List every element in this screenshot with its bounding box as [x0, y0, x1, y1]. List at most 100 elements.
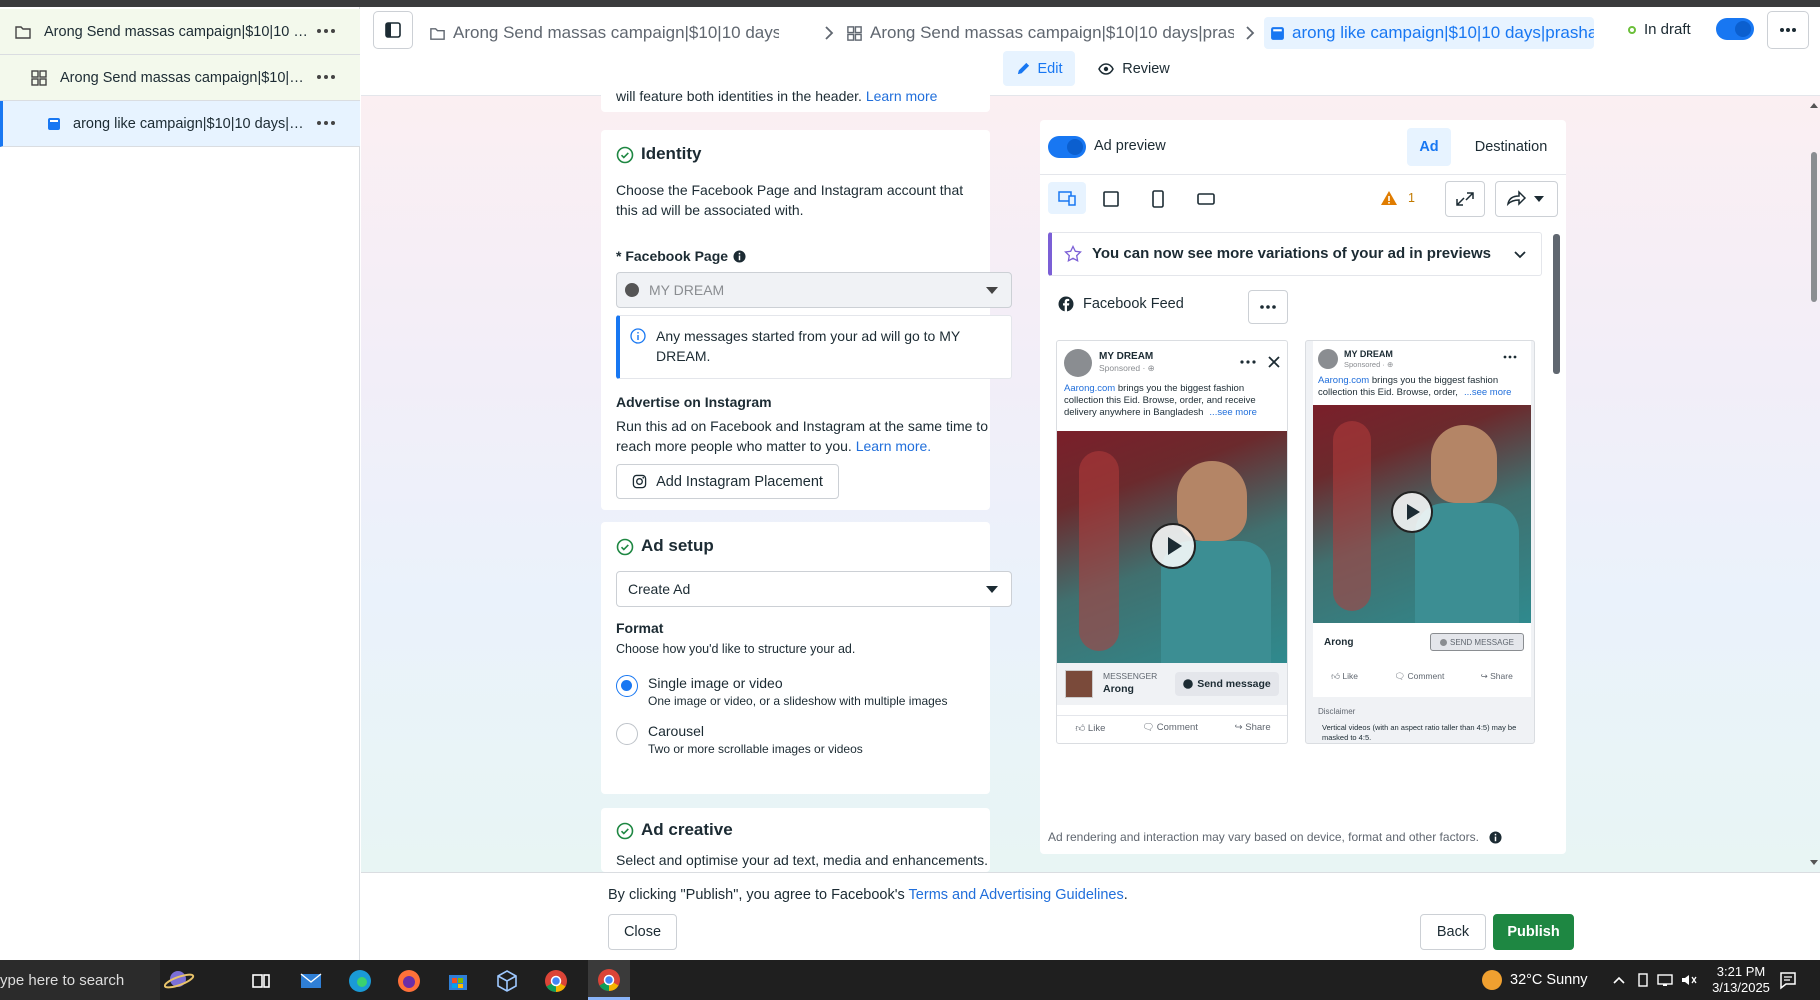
single-image-radio[interactable] — [616, 675, 638, 697]
ad-creative-title: Ad creative — [641, 820, 733, 839]
edit-tab[interactable]: Edit — [1003, 51, 1075, 86]
main-scrollbar[interactable] — [1808, 96, 1820, 872]
ad-setup-select[interactable]: Create Ad — [616, 571, 1012, 607]
carousel-radio[interactable] — [616, 723, 638, 745]
more-icon[interactable] — [314, 112, 338, 134]
clock[interactable]: 3:21 PM 3/13/2025 — [1706, 964, 1776, 996]
breadcrumb-adset[interactable]: Arong Send massas campaign|$10|10 days|p… — [846, 17, 1234, 49]
caret-down-icon — [986, 586, 998, 593]
mail-icon[interactable] — [298, 968, 324, 994]
status-badge: In draft — [1628, 21, 1691, 38]
single-image-description: One image or video, or a slideshow with … — [648, 694, 948, 708]
terms-link[interactable]: Terms and Advertising Guidelines — [909, 887, 1124, 903]
instagram-learn-more-link[interactable]: Learn more. — [856, 438, 931, 454]
like-label: Like — [1342, 671, 1358, 681]
page-avatar — [1318, 349, 1338, 369]
identity-description: Choose the Facebook Page and Instagram a… — [616, 182, 964, 218]
like-action: 👍︎ Like — [1331, 671, 1358, 681]
taskbar-search-text: ype here to search — [0, 972, 125, 989]
edge-icon[interactable] — [347, 968, 373, 994]
weather-sun-icon[interactable] — [1482, 970, 1502, 990]
back-button[interactable]: Back — [1420, 914, 1486, 950]
3d-box-icon[interactable] — [494, 968, 520, 994]
facebook-page-select[interactable]: MY DREAM — [616, 272, 1012, 308]
weather-text[interactable]: 32°C Sunny — [1510, 972, 1588, 988]
info-icon[interactable] — [1489, 830, 1502, 844]
page-avatar — [625, 283, 639, 297]
draft-toggle[interactable] — [1716, 18, 1754, 40]
vertical-format-icon[interactable] — [1151, 189, 1165, 209]
warning-count: 1 — [1408, 191, 1415, 205]
sidebar-panel-icon — [385, 22, 401, 38]
volume-icon[interactable] — [1680, 972, 1698, 988]
card-body-text: Aarong.com brings you the biggest fashio… — [1064, 383, 1282, 419]
warning-indicator[interactable]: 1 — [1380, 190, 1415, 206]
square-format-icon[interactable] — [1102, 190, 1120, 208]
taskbar-search[interactable]: ype here to search — [0, 960, 160, 1000]
identity-title: Identity — [641, 144, 702, 163]
info-icon[interactable] — [733, 249, 746, 263]
add-instagram-placement-button[interactable]: Add Instagram Placement — [616, 464, 839, 499]
warning-icon — [1381, 191, 1397, 205]
variations-banner[interactable]: You can now see more variations of your … — [1048, 232, 1542, 276]
card-body-text: Aarong.com brings you the biggest fashio… — [1318, 375, 1528, 399]
card-see-more: ...see more — [1209, 407, 1257, 418]
all-placements-button[interactable] — [1048, 182, 1086, 214]
more-options-button[interactable] — [1767, 11, 1809, 49]
expand-preview-button[interactable] — [1445, 181, 1485, 217]
add-instagram-label: Add Instagram Placement — [656, 473, 823, 490]
breadcrumb-ad[interactable]: arong like campaign|$10|10 days|prashant… — [1264, 17, 1594, 49]
more-icon[interactable] — [314, 20, 338, 42]
close-button[interactable]: Close — [608, 914, 677, 950]
breadcrumb-campaign[interactable]: Arong Send massas campaign|$10|10 days|p… — [429, 17, 779, 49]
expand-icon — [1456, 192, 1474, 206]
comment-label: Comment — [1156, 722, 1198, 733]
network-icon[interactable] — [1656, 972, 1674, 988]
more-icon[interactable] — [314, 66, 338, 88]
tree-item-campaign[interactable]: Arong Send massas campaign|$10|10 da... — [0, 9, 360, 55]
share-preview-button[interactable] — [1495, 181, 1558, 217]
tree-item-ad[interactable]: arong like campaign|$10|10 days|pr... — [0, 101, 360, 147]
reaction-bar: 👍︎ Like 🗨︎ Comment ↪ Share — [1313, 671, 1531, 691]
like-label: Like — [1087, 723, 1106, 734]
instagram-icon — [632, 474, 647, 489]
chevron-up-icon[interactable] — [1612, 975, 1626, 985]
ad-preview-toggle[interactable] — [1048, 136, 1086, 158]
close-icon — [1268, 356, 1280, 368]
scroll-down-icon[interactable] — [1808, 858, 1820, 868]
play-icon — [1150, 523, 1196, 569]
tree-item-adset[interactable]: Arong Send massas campaign|$10|10 ... — [0, 55, 360, 101]
task-view-icon[interactable] — [248, 968, 274, 994]
card-sponsored: Sponsored · ⊕ — [1099, 363, 1155, 373]
publish-button[interactable]: Publish — [1493, 914, 1574, 950]
preview-tab-destination[interactable]: Destination — [1460, 128, 1562, 166]
scroll-up-icon[interactable] — [1808, 100, 1820, 110]
instagram-description-text: Run this ad on Facebook and Instagram at… — [616, 418, 988, 454]
chrome-active-tab[interactable] — [588, 960, 630, 1000]
grid-icon — [31, 69, 47, 86]
status-label: In draft — [1644, 21, 1691, 38]
card-sponsored: Sponsored · ⊕ — [1344, 360, 1394, 369]
firefox-icon[interactable] — [396, 968, 422, 994]
chrome-icon[interactable] — [543, 968, 569, 994]
cortana-planet-icon[interactable] — [164, 965, 198, 995]
share-label: Share — [1490, 671, 1513, 681]
card-link-text: Aarong.com — [1318, 375, 1370, 386]
toggle-sidebar-button[interactable] — [373, 11, 413, 49]
ad-preview-label: Ad preview — [1094, 138, 1166, 154]
notifications-icon[interactable] — [1778, 970, 1798, 990]
messages-info-text: Any messages started from your ad will g… — [656, 328, 960, 364]
device-icon[interactable] — [1636, 972, 1650, 988]
divider — [1040, 174, 1566, 175]
store-icon[interactable] — [445, 968, 471, 994]
chrome-icon — [598, 969, 620, 991]
preview-tab-ad[interactable]: Ad — [1407, 128, 1451, 166]
horizontal-format-icon[interactable] — [1196, 192, 1216, 206]
chevron-down-icon — [1514, 251, 1526, 259]
placement-options-button[interactable] — [1248, 290, 1288, 324]
review-tab[interactable]: Review — [1094, 51, 1174, 86]
ad-icon — [1271, 26, 1284, 40]
learn-more-link[interactable]: Learn more — [866, 88, 938, 104]
card-page-name: MY DREAM — [1344, 349, 1393, 359]
preview-scrollbar[interactable] — [1550, 224, 1562, 814]
